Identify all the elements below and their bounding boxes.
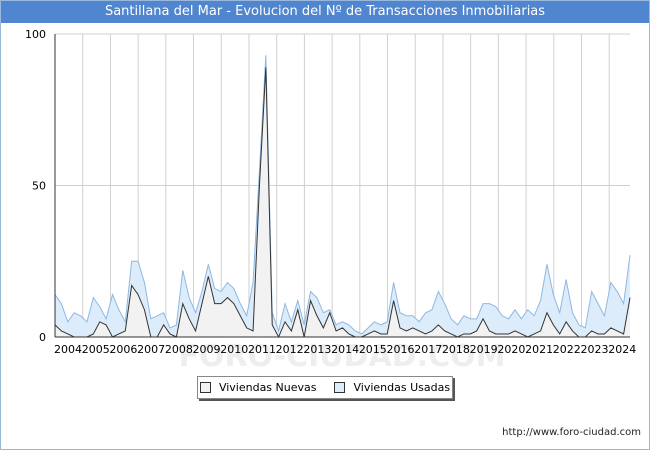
y-tick-label: 0	[39, 331, 46, 344]
legend: Viviendas Nuevas Viviendas Usadas	[197, 376, 453, 399]
x-tick-label: 2005	[82, 343, 110, 356]
x-tick-label: 2023	[581, 343, 609, 356]
x-tick-label: 2006	[109, 343, 137, 356]
x-tick-label: 2012	[276, 343, 304, 356]
x-tick-label: 2008	[165, 343, 193, 356]
x-tick-label: 2022	[553, 343, 581, 356]
x-tick-label: 2004	[54, 343, 82, 356]
legend-label-nuevas: Viviendas Nuevas	[218, 381, 317, 394]
x-tick-label: 2019	[470, 343, 498, 356]
y-tick-label: 100	[25, 28, 46, 41]
x-tick-labels: 2004 2005 2006 2007 2008 2009 2010 2011 2012 2013…	[54, 343, 636, 356]
x-tick-label: 2007	[137, 343, 165, 356]
legend-swatch-nuevas	[199, 382, 211, 393]
x-tick-label: 2020	[497, 343, 525, 356]
y-tick-labels: 0 50 100	[25, 28, 46, 344]
x-tick-label: 2010	[220, 343, 248, 356]
x-tick-label: 2016	[387, 343, 415, 356]
x-tick-label: 2015	[359, 343, 387, 356]
legend-item-nuevas: Viviendas Nuevas	[199, 381, 317, 394]
x-tick-label: 2014	[331, 343, 359, 356]
x-tick-label: 2009	[193, 343, 221, 356]
x-tick-label: 2011	[248, 343, 276, 356]
y-tick-label: 50	[32, 180, 46, 193]
footer-url: http://www.foro-ciudad.com	[502, 427, 641, 438]
x-tick-label: 2013	[303, 343, 331, 356]
legend-swatch-usadas	[334, 382, 346, 393]
x-tick-label: 2021	[525, 343, 553, 356]
legend-item-usadas: Viviendas Usadas	[334, 381, 450, 394]
x-tick-label: 2017	[414, 343, 442, 356]
x-tick-label: 2018	[442, 343, 470, 356]
x-tick-label: 2024	[608, 343, 636, 356]
legend-label-usadas: Viviendas Usadas	[353, 381, 451, 394]
